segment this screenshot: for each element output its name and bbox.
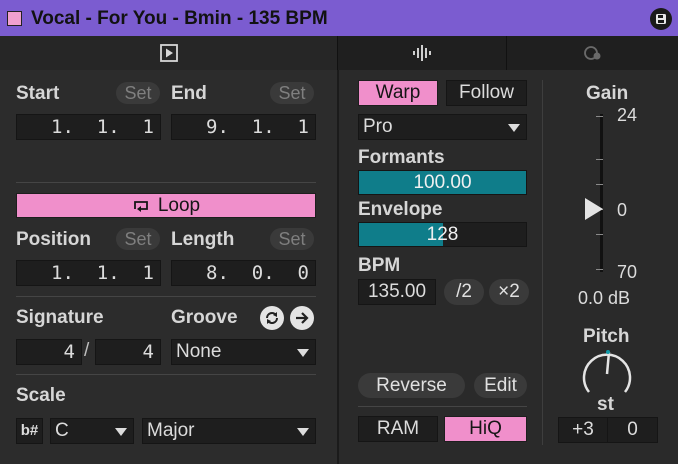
groove-dropdown[interactable]: None <box>171 339 316 365</box>
groove-label: Groove <box>171 307 238 328</box>
meter-tick <box>596 234 603 235</box>
formants-label: Formants <box>358 147 445 168</box>
scale-root-value: C <box>55 420 69 441</box>
tab-clip[interactable] <box>0 36 337 70</box>
warp-mode-dropdown[interactable]: Pro <box>358 114 527 140</box>
tab-envelopes[interactable] <box>507 36 678 70</box>
set-length-button[interactable]: Set <box>270 228 314 250</box>
groove-hotswap-icon[interactable] <box>260 306 284 330</box>
save-icon[interactable] <box>650 8 672 30</box>
warp-mode-value: Pro <box>363 116 393 137</box>
gain-scale-bottom: 70 <box>617 262 638 282</box>
position-label: Position <box>16 229 91 250</box>
divider <box>16 182 316 183</box>
gain-meter-rail <box>600 114 603 272</box>
pitch-label: Pitch <box>583 326 630 347</box>
signature-denominator-field[interactable]: 4 <box>95 339 161 365</box>
gain-scale-zero: 0 <box>617 200 628 220</box>
loop-button[interactable]: Loop <box>16 193 316 218</box>
scale-mode-dropdown[interactable]: Major <box>142 418 316 444</box>
bpm-field[interactable]: 135.00 <box>358 279 436 305</box>
set-position-button[interactable]: Set <box>116 228 160 250</box>
gain-meter[interactable] <box>596 114 606 272</box>
divider <box>16 374 316 375</box>
scale-mode-toggle-icon[interactable]: b# <box>16 418 43 444</box>
chevron-down-icon <box>297 428 309 436</box>
envelope-label: Envelope <box>358 199 443 220</box>
meter-tick <box>596 269 603 270</box>
divider <box>358 406 527 407</box>
groove-commit-arrow-icon[interactable] <box>290 306 314 330</box>
length-field[interactable]: 8. 0. 0 <box>171 260 316 286</box>
signature-label: Signature <box>16 307 104 328</box>
gain-label: Gain <box>586 83 629 104</box>
meter-tick <box>596 116 603 117</box>
gain-value: 0.0 dB <box>578 288 631 308</box>
scale-mode-value: Major <box>147 420 195 441</box>
formants-slider[interactable]: 100.00 <box>358 170 527 195</box>
envelope-value: 128 <box>426 224 459 245</box>
position-field[interactable]: 1. 1. 1 <box>16 260 161 286</box>
divider <box>16 296 316 297</box>
envelope-icon <box>583 46 600 60</box>
clip-color-swatch[interactable] <box>7 11 22 26</box>
ram-button[interactable]: RAM <box>358 416 438 442</box>
tab-audio[interactable] <box>338 36 506 70</box>
hiq-button[interactable]: HiQ <box>444 416 527 442</box>
waveform-icon <box>413 45 431 61</box>
gain-scale-top: 24 <box>617 105 638 125</box>
chevron-down-icon <box>297 349 309 357</box>
formants-value: 100.00 <box>413 172 472 193</box>
envelope-slider[interactable]: 128 <box>358 222 527 247</box>
groove-value: None <box>176 341 222 362</box>
scale-root-dropdown[interactable]: C <box>50 418 134 444</box>
signature-numerator-field[interactable]: 4 <box>16 339 82 365</box>
set-start-button[interactable]: Set <box>116 82 160 104</box>
start-label: Start <box>16 83 60 104</box>
follow-button[interactable]: Follow <box>446 80 527 106</box>
clip-icon <box>159 44 178 62</box>
pitch-fine-field[interactable]: 0 <box>607 417 658 443</box>
double-tempo-button[interactable]: ×2 <box>489 279 529 305</box>
pitch-knob[interactable] <box>579 346 635 398</box>
gain-slider-handle-icon[interactable] <box>583 197 605 221</box>
end-label: End <box>171 83 207 104</box>
clip-title[interactable]: Vocal - For You - Bmin - 135 BPM <box>31 8 328 30</box>
pitch-coarse-field[interactable]: +3 <box>558 417 608 443</box>
panel-divider <box>337 70 339 464</box>
edit-button[interactable]: Edit <box>474 373 527 398</box>
end-field[interactable]: 9. 1. 1 <box>171 114 316 140</box>
half-tempo-button[interactable]: /2 <box>444 279 484 305</box>
pitch-unit-label: st <box>597 394 614 415</box>
meter-tick <box>596 184 603 185</box>
scale-label: Scale <box>16 385 66 406</box>
loop-icon <box>133 200 148 212</box>
column-divider <box>542 80 543 445</box>
loop-label: Loop <box>157 194 201 216</box>
length-label: Length <box>171 229 235 250</box>
meter-tick <box>596 159 603 160</box>
set-end-button[interactable]: Set <box>270 82 314 104</box>
bpm-label: BPM <box>358 255 401 276</box>
chevron-down-icon <box>115 428 127 436</box>
reverse-button[interactable]: Reverse <box>358 373 465 398</box>
start-field[interactable]: 1. 1. 1 <box>16 114 161 140</box>
chevron-down-icon <box>508 124 520 132</box>
warp-button[interactable]: Warp <box>358 80 438 106</box>
signature-slash: / <box>84 340 90 361</box>
